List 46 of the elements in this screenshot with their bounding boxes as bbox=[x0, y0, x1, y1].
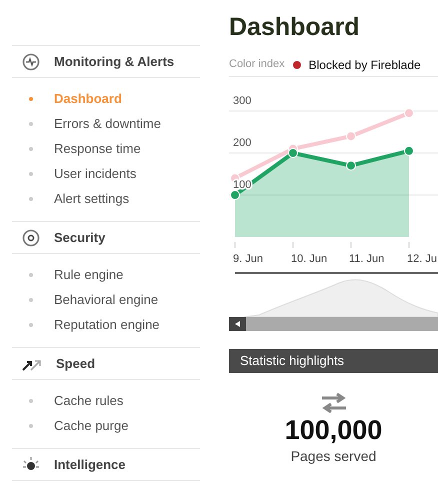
data-point bbox=[404, 108, 414, 118]
nav-link[interactable]: Cache purge bbox=[54, 416, 128, 436]
y-axis-label: 200 bbox=[233, 137, 252, 149]
scrollbar[interactable] bbox=[229, 317, 438, 331]
bullet-icon bbox=[29, 96, 33, 100]
target-icon bbox=[22, 228, 40, 246]
bullet-icon bbox=[29, 122, 33, 126]
data-point bbox=[404, 146, 414, 156]
nav-link[interactable]: Cache rules bbox=[54, 390, 124, 410]
nav-link[interactable]: Reputation engine bbox=[54, 314, 160, 334]
pulse-icon bbox=[22, 52, 40, 70]
legend-label: Color index bbox=[229, 57, 285, 72]
stat-label: Pages served bbox=[290, 447, 376, 466]
bullet-icon bbox=[29, 298, 33, 302]
section-heading: Security bbox=[54, 228, 106, 247]
nav-link[interactable]: Errors & downtime bbox=[54, 114, 161, 134]
nav-link[interactable]: User incidents bbox=[54, 164, 136, 184]
bullet-icon bbox=[29, 172, 33, 176]
bullet-icon bbox=[29, 398, 33, 402]
x-axis-label: 12. Ju bbox=[407, 253, 437, 265]
bullet-icon bbox=[29, 196, 33, 200]
bullet-icon bbox=[29, 146, 33, 150]
nav-link[interactable]: Behavioral engine bbox=[54, 290, 158, 310]
x-axis-label: 11. Jun bbox=[349, 253, 384, 265]
section-heading: Monitoring & Alerts bbox=[54, 52, 174, 71]
page-title: Dashboard bbox=[229, 12, 361, 42]
section-heading: Speed bbox=[56, 354, 96, 373]
section-heading: Intelligence bbox=[54, 456, 126, 474]
left-triangle-icon bbox=[235, 321, 240, 327]
data-point bbox=[230, 190, 240, 200]
x-axis-label: 9. Jun bbox=[233, 253, 263, 265]
x-axis-label: 10. Jun bbox=[291, 253, 328, 265]
nav-link[interactable]: Alert settings bbox=[54, 188, 130, 208]
data-point bbox=[346, 131, 356, 142]
transfer-icon bbox=[320, 393, 346, 413]
scroll-left-button[interactable] bbox=[229, 317, 246, 331]
data-point bbox=[346, 160, 356, 171]
y-axis-label: 300 bbox=[233, 95, 252, 107]
highlights-header: Statistic highlights bbox=[229, 349, 438, 373]
legend-entry: Blocked by Fireblade bbox=[308, 56, 421, 74]
bullet-icon bbox=[29, 272, 33, 276]
stat-value: 100,000 bbox=[284, 414, 382, 446]
bullet-icon bbox=[29, 322, 33, 326]
nav-link[interactable]: Response time bbox=[54, 138, 141, 158]
nav-link[interactable]: Rule engine bbox=[54, 264, 124, 284]
bullet-icon bbox=[29, 424, 33, 428]
